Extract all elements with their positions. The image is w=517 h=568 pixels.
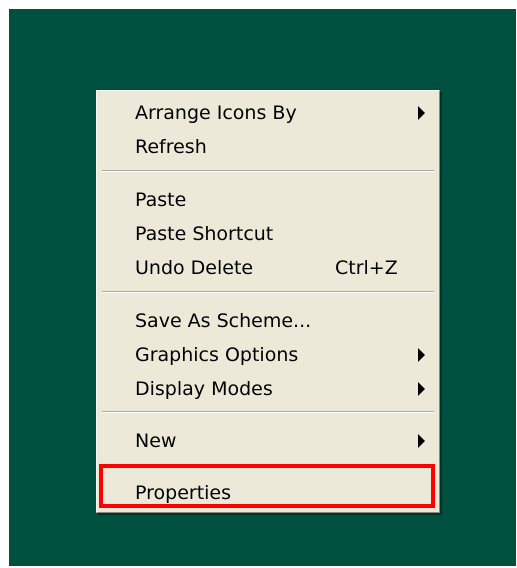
menu-item-label: Graphics Options xyxy=(135,344,299,366)
menu-item-new[interactable]: New xyxy=(97,424,439,458)
submenu-arrow-icon xyxy=(418,348,425,362)
menu-item-properties[interactable]: Properties xyxy=(97,476,439,510)
menu-item-label: Paste Shortcut xyxy=(135,223,274,245)
menu-item-label: Display Modes xyxy=(135,378,273,400)
menu-item-paste-shortcut[interactable]: Paste Shortcut xyxy=(97,217,439,251)
menu-item-display-modes[interactable]: Display Modes xyxy=(97,372,439,406)
menu-item-label: Save As Scheme... xyxy=(135,310,312,332)
menu-item-arrange-icons-by[interactable]: Arrange Icons By xyxy=(97,96,439,130)
menu-item-label: Properties xyxy=(135,482,232,504)
menu-item-label: Refresh xyxy=(135,136,207,158)
context-menu: Arrange Icons By Refresh Paste Paste Sho… xyxy=(96,90,440,513)
menu-item-save-as-scheme[interactable]: Save As Scheme... xyxy=(97,304,439,338)
menu-item-label: New xyxy=(135,430,177,452)
submenu-arrow-icon xyxy=(418,106,425,120)
menu-item-refresh[interactable]: Refresh xyxy=(97,130,439,164)
menu-item-label: Paste xyxy=(135,189,187,211)
menu-item-undo-delete[interactable]: Undo Delete Ctrl+Z xyxy=(97,251,439,285)
menu-item-graphics-options[interactable]: Graphics Options xyxy=(97,338,439,372)
menu-item-shortcut: Ctrl+Z xyxy=(335,257,398,279)
menu-separator xyxy=(102,411,434,413)
menu-item-label: Arrange Icons By xyxy=(135,102,297,124)
menu-separator xyxy=(102,291,434,293)
submenu-arrow-icon xyxy=(418,434,425,448)
menu-item-paste[interactable]: Paste xyxy=(97,183,439,217)
menu-separator xyxy=(102,170,434,172)
submenu-arrow-icon xyxy=(418,382,425,396)
menu-item-label: Undo Delete xyxy=(135,257,254,279)
